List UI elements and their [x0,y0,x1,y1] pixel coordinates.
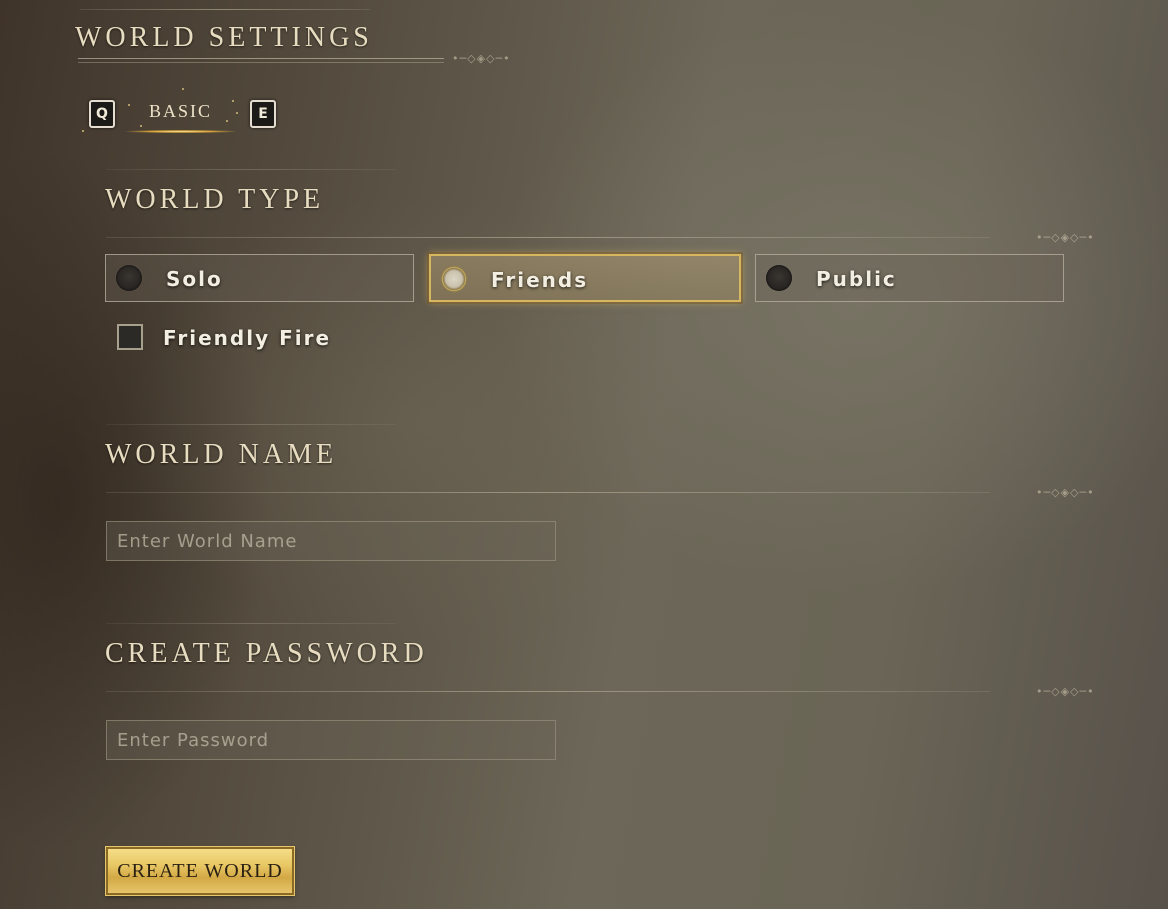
title-underline-secondary [78,62,444,63]
password-ornament-icon: •─◇◈◇─• [1036,685,1095,698]
world-type-option-solo[interactable]: Solo [105,254,414,302]
spark-decoration [82,130,84,132]
world-name-heading: WORLD NAME [105,439,338,470]
password-divider [106,691,990,692]
spark-decoration [182,88,184,90]
world-type-ornament-icon: •─◇◈◇─• [1036,231,1095,244]
spark-decoration [226,120,228,122]
section-top-divider [106,169,396,170]
page-title: WORLD SETTINGS [75,22,373,53]
top-divider [80,9,370,10]
world-name-input[interactable] [106,521,556,561]
world-type-option-public[interactable]: Public [755,254,1064,302]
spark-decoration [236,112,238,114]
radio-button-icon [116,265,142,291]
spark-decoration [140,125,142,127]
option-label: Friends [491,268,589,292]
tab-basic[interactable]: BASIC [149,101,212,122]
friendly-fire-label[interactable]: Friendly Fire [163,326,331,350]
password-input[interactable] [106,720,556,760]
title-underline [78,58,444,59]
password-heading: CREATE PASSWORD [105,638,428,669]
section-top-divider [106,424,396,425]
tab-active-indicator [126,130,236,133]
spark-decoration [128,104,130,106]
spark-decoration [232,100,234,102]
next-tab-key[interactable]: E [250,100,276,128]
create-world-button[interactable]: CREATE WORLD [105,846,295,896]
world-name-divider [106,492,990,493]
world-type-divider [106,237,990,238]
option-label: Public [816,267,897,291]
friendly-fire-checkbox[interactable] [117,324,143,350]
world-name-ornament-icon: •─◇◈◇─• [1036,486,1095,499]
section-top-divider [106,623,396,624]
option-label: Solo [166,267,223,291]
prev-tab-key[interactable]: Q [89,100,115,128]
title-ornament-icon: •─◇◈◇─• [452,52,511,65]
radio-button-selected-icon [441,266,467,292]
radio-button-icon [766,265,792,291]
world-type-heading: WORLD TYPE [105,184,325,215]
world-type-option-friends[interactable]: Friends [429,254,741,302]
